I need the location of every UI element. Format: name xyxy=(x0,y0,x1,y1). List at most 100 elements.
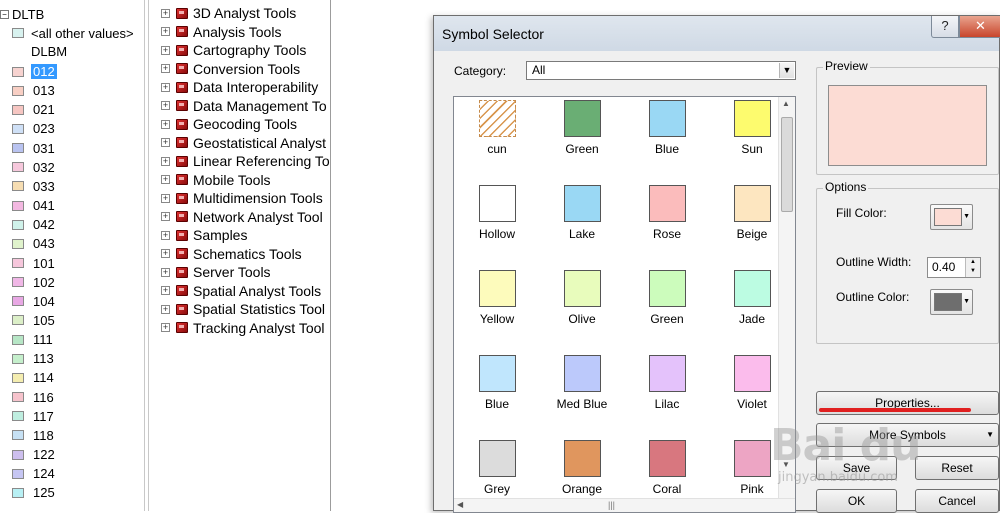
symbol-item[interactable]: Rose xyxy=(627,185,707,241)
expand-icon[interactable]: + xyxy=(161,8,170,18)
expand-icon[interactable]: + xyxy=(161,27,170,36)
cancel-button[interactable]: Cancel xyxy=(915,489,999,513)
toolbox-item[interactable]: + Samples xyxy=(161,226,247,244)
category-select[interactable]: All ▼ xyxy=(526,61,796,80)
symbol-item[interactable]: Yellow xyxy=(457,270,537,326)
legend-item[interactable]: 114 xyxy=(12,368,56,387)
expand-icon[interactable]: + xyxy=(161,323,170,332)
legend-item[interactable]: 124 xyxy=(12,464,57,483)
toolbox-item[interactable]: + Mobile Tools xyxy=(161,171,271,189)
expand-icon[interactable]: + xyxy=(161,64,170,73)
toolbox-item[interactable]: + Schematics Tools xyxy=(161,245,302,263)
symbol-item[interactable]: Med Blue xyxy=(542,355,622,411)
scroll-grip-icon[interactable]: ||| xyxy=(608,500,615,510)
spinner-icon[interactable]: ▲ ▼ xyxy=(965,258,980,277)
legend-item[interactable]: 021 xyxy=(12,100,57,119)
legend-item[interactable]: 032 xyxy=(12,158,57,177)
legend-item[interactable]: 023 xyxy=(12,119,57,138)
symbol-item[interactable]: Lilac xyxy=(627,355,707,411)
close-button[interactable]: ✕ xyxy=(959,16,1000,38)
expand-icon[interactable]: + xyxy=(161,267,170,277)
legend-item[interactable]: 101 xyxy=(12,254,57,273)
symbol-item[interactable]: Hollow xyxy=(457,185,537,241)
legend-item[interactable]: 113 xyxy=(12,349,56,368)
outline-width-field[interactable]: 0.40 ▲ ▼ xyxy=(927,257,981,278)
toolbox-item[interactable]: +3D Analyst Tools xyxy=(161,4,296,22)
toolbox-item[interactable]: + Multidimension Tools xyxy=(161,189,323,207)
expand-icon[interactable]: + xyxy=(161,286,170,295)
outline-color-button[interactable]: ▼ xyxy=(930,289,973,315)
legend-item[interactable]: 125 xyxy=(12,483,57,502)
toolbox-item[interactable]: + Spatial Statistics Tool xyxy=(161,300,325,318)
symbol-item[interactable]: Green xyxy=(627,270,707,326)
fill-color-button[interactable]: ▼ xyxy=(930,204,973,230)
legend-item[interactable]: 122 xyxy=(12,445,57,464)
legend-item[interactable]: 013 xyxy=(12,81,57,100)
legend-item[interactable]: 041 xyxy=(12,196,57,215)
symbol-item[interactable]: Orange xyxy=(542,440,622,496)
toolbox-item[interactable]: + Server Tools xyxy=(161,263,271,281)
symbol-item[interactable]: Lake xyxy=(542,185,622,241)
symbol-item[interactable]: Coral xyxy=(627,440,707,496)
toolbox-item[interactable]: + Data Management To xyxy=(161,97,327,115)
expand-icon[interactable]: + xyxy=(161,138,170,147)
legend-item[interactable]: 105 xyxy=(12,311,57,330)
reset-button[interactable]: Reset xyxy=(915,456,999,480)
toolbox-icon xyxy=(176,229,188,241)
expand-icon[interactable]: + xyxy=(161,119,170,129)
help-button[interactable]: ? xyxy=(931,16,959,38)
layer-row[interactable]: − DLTB xyxy=(0,5,44,23)
symbol-item[interactable]: Olive xyxy=(542,270,622,326)
toolbox-item[interactable]: + Cartography Tools xyxy=(161,41,306,59)
field-name: DLBM xyxy=(31,44,68,59)
toolbox-item[interactable]: + Geocoding Tools xyxy=(161,115,297,133)
legend-item[interactable]: 102 xyxy=(12,273,57,292)
legend-item[interactable]: 104 xyxy=(12,292,57,311)
scroll-left-icon[interactable]: ◀ xyxy=(457,500,463,509)
scroll-thumb[interactable] xyxy=(781,117,793,212)
expand-icon[interactable]: + xyxy=(161,175,170,184)
expand-icon[interactable]: + xyxy=(161,230,170,240)
title-bar[interactable]: Symbol Selector ? ✕ xyxy=(434,16,1000,51)
scroll-up-icon[interactable]: ▲ xyxy=(782,99,790,108)
legend-item[interactable]: 118 xyxy=(12,426,56,445)
toolbox-item[interactable]: + Linear Referencing To xyxy=(161,152,330,170)
symbol-swatch xyxy=(648,270,686,307)
expand-icon[interactable]: + xyxy=(161,249,170,258)
symbol-item[interactable]: cun xyxy=(457,100,537,156)
legend-item[interactable]: 042 xyxy=(12,215,57,234)
other-values-row[interactable]: <all other values> xyxy=(12,24,134,42)
symbol-item[interactable]: Green xyxy=(542,100,622,156)
chevron-down-icon[interactable]: ▼ xyxy=(779,63,794,78)
symbol-item[interactable]: Blue xyxy=(627,100,707,156)
toolbox-item[interactable]: + Geostatistical Analyst xyxy=(161,134,326,152)
toolbox-item[interactable]: + Data Interoperability xyxy=(161,78,318,96)
legend-item[interactable]: 031 xyxy=(12,139,57,158)
legend-label: 118 xyxy=(33,427,54,443)
legend-item[interactable]: 012 xyxy=(12,62,57,81)
toolbox-label: Schematics Tools xyxy=(193,245,302,262)
toolbox-item[interactable]: + Spatial Analyst Tools xyxy=(161,282,321,300)
collapse-icon[interactable]: − xyxy=(0,9,9,19)
expand-icon[interactable]: + xyxy=(161,156,170,166)
expand-icon[interactable]: + xyxy=(161,193,170,203)
legend-item[interactable]: 043 xyxy=(12,234,57,253)
toolbox-item[interactable]: + Tracking Analyst Tool xyxy=(161,319,325,337)
legend-item[interactable]: 116 xyxy=(12,388,56,407)
ok-button[interactable]: OK xyxy=(816,489,897,513)
symbol-item[interactable]: Grey xyxy=(457,440,537,496)
expand-icon[interactable]: + xyxy=(161,212,170,221)
expand-icon[interactable]: + xyxy=(161,82,170,92)
expand-icon[interactable]: + xyxy=(161,101,170,110)
horizontal-scrollbar[interactable]: ◀ ||| xyxy=(454,498,795,512)
expand-icon[interactable]: + xyxy=(161,304,170,314)
symbol-label: Rose xyxy=(652,227,681,241)
toolbox-item[interactable]: + Network Analyst Tool xyxy=(161,208,323,226)
legend-item[interactable]: 111 xyxy=(12,330,55,349)
toolbox-item[interactable]: + Analysis Tools xyxy=(161,23,281,41)
symbol-item[interactable]: Blue xyxy=(457,355,537,411)
toolbox-item[interactable]: + Conversion Tools xyxy=(161,60,300,78)
legend-item[interactable]: 117 xyxy=(12,407,56,426)
expand-icon[interactable]: + xyxy=(161,45,170,55)
legend-item[interactable]: 033 xyxy=(12,177,57,196)
